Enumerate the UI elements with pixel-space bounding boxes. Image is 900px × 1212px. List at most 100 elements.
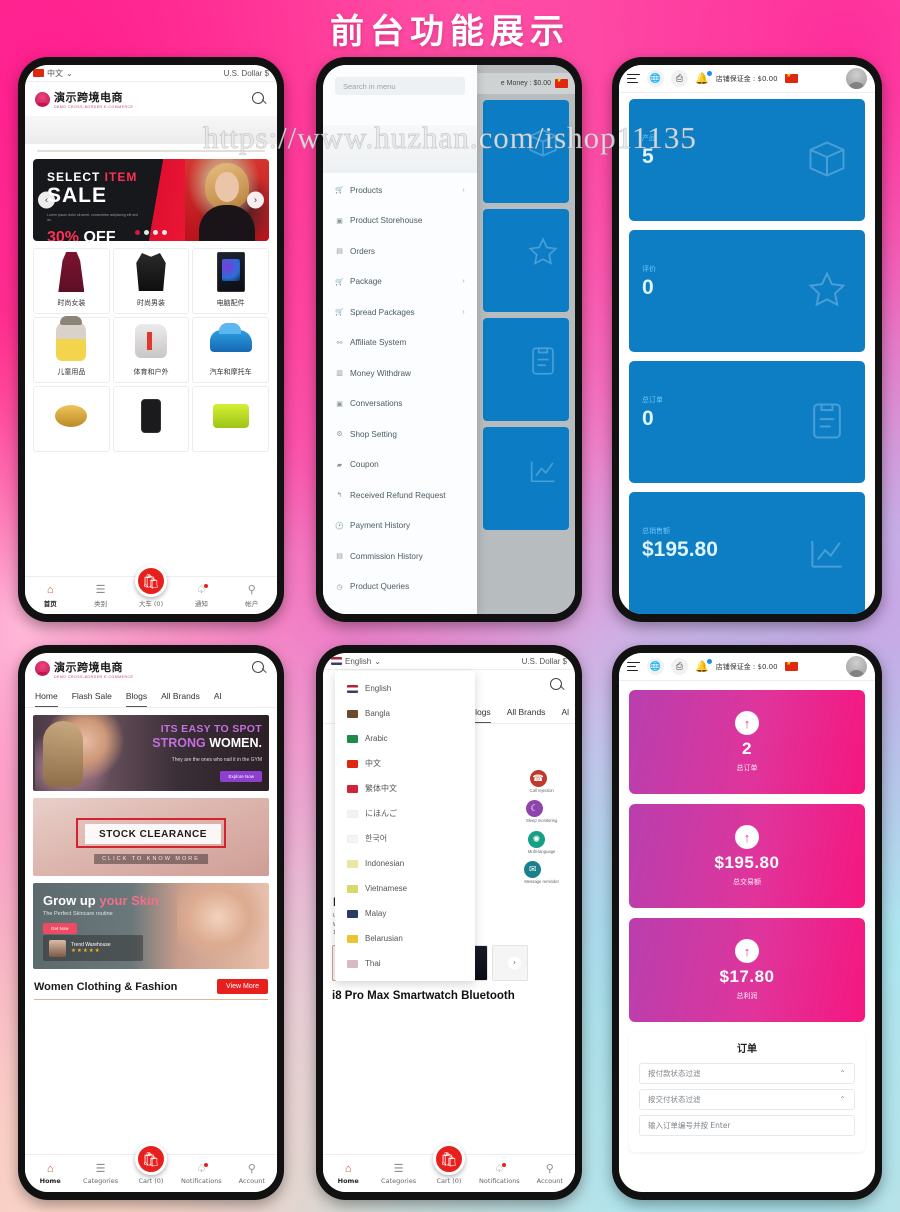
view-more-button[interactable]: View More bbox=[217, 979, 268, 994]
stat-card-total-volume[interactable]: ↑ $195.80 总交易额 bbox=[629, 804, 865, 908]
language-selector[interactable]: 中文 ⌄ bbox=[33, 68, 73, 79]
menu-item-orders[interactable]: ▤ Orders bbox=[323, 236, 477, 267]
stat-card-total-sales[interactable]: 总销售额 $195.80 bbox=[629, 492, 865, 614]
carousel-dot[interactable] bbox=[144, 229, 149, 235]
globe-icon[interactable]: 🌐 bbox=[647, 70, 664, 87]
tab-blogs[interactable]: Blogs bbox=[125, 691, 148, 707]
tab-account[interactable]: ⚲ Account bbox=[228, 1164, 276, 1186]
language-option-thai[interactable]: Thai bbox=[335, 951, 475, 976]
stat-card-products[interactable]: 产品 5 bbox=[629, 99, 865, 221]
category-card[interactable]: 儿童用品 bbox=[33, 316, 110, 383]
avatar[interactable] bbox=[846, 68, 867, 89]
carousel-prev-button[interactable]: ‹ bbox=[38, 191, 55, 208]
tab-all[interactable]: Al bbox=[561, 707, 569, 723]
language-option-indonesian[interactable]: Indonesian bbox=[335, 851, 475, 876]
language-option-bangla[interactable]: Bangla bbox=[335, 701, 475, 726]
banner-gym[interactable]: ITS EASY TO SPOT STRONG WOMEN. They are … bbox=[33, 715, 269, 791]
currency-selector[interactable]: U.S. Dollar $ bbox=[522, 657, 567, 666]
language-option-arabic[interactable]: Arabic bbox=[335, 726, 475, 751]
globe-icon[interactable]: 🌐 bbox=[647, 658, 664, 675]
carousel-dot[interactable] bbox=[135, 229, 140, 235]
stat-card[interactable] bbox=[482, 209, 569, 312]
seller-card[interactable]: Trend Warehouse ★★★★★ bbox=[43, 935, 143, 961]
language-option-korean[interactable]: 한국어 bbox=[335, 826, 475, 851]
get-now-button[interactable]: Get Now bbox=[43, 923, 77, 934]
search-icon[interactable] bbox=[550, 677, 565, 693]
carousel-next-button[interactable]: › bbox=[247, 191, 264, 208]
menu-item-support-ticket[interactable]: ▤ Support Ticket bbox=[323, 602, 477, 614]
banner-skincare[interactable]: Grow up your Skin The Perfect Skincare r… bbox=[33, 883, 269, 969]
category-card[interactable] bbox=[112, 385, 190, 452]
menu-item-shop-setting[interactable]: ⚙ Shop Setting bbox=[323, 419, 477, 450]
cn-flag-icon[interactable] bbox=[784, 660, 798, 671]
menu-item-conversations[interactable]: ▣ Conversations bbox=[323, 389, 477, 420]
category-card[interactable]: 时尚女装 bbox=[33, 247, 110, 314]
promo-banner[interactable]: SELECT ITEM SALE Lorem ipsum dolor sit a… bbox=[33, 158, 269, 241]
menu-item-affiliate-system[interactable]: ⚯ Affiliate System bbox=[323, 328, 477, 359]
stat-card[interactable] bbox=[482, 318, 569, 421]
category-card[interactable]: 体育和户外 bbox=[112, 316, 190, 383]
menu-item-commission-history[interactable]: ▤ Commission History bbox=[323, 541, 477, 572]
cart-fab-button[interactable]: 🛍 bbox=[135, 1143, 167, 1175]
tab-categories[interactable]: ☰ Categories bbox=[77, 1164, 125, 1186]
tab-all-brands[interactable]: All Brands bbox=[507, 707, 546, 723]
bell-icon[interactable]: 🔔 bbox=[695, 71, 712, 85]
cart-fab-button[interactable]: 🛍 bbox=[433, 1143, 465, 1175]
search-band[interactable] bbox=[25, 116, 277, 144]
search-icon[interactable] bbox=[252, 661, 267, 676]
menu-item-package[interactable]: 🛒 Package › bbox=[323, 267, 477, 298]
order-search-input[interactable]: 输入订单编号并按 Enter bbox=[639, 1115, 855, 1136]
language-option-chinese[interactable]: 中文 bbox=[335, 751, 475, 776]
menu-item-spread-packages[interactable]: 🛒 Spread Packages › bbox=[323, 297, 477, 328]
menu-item-money-withdraw[interactable]: ▥ Money Withdraw bbox=[323, 358, 477, 389]
stat-card-total-profit[interactable]: ↑ $17.80 总利润 bbox=[629, 918, 865, 1022]
currency-selector[interactable]: U.S. Dollar $ bbox=[224, 69, 269, 78]
tab-notifications[interactable]: ♤ Notifications bbox=[475, 1163, 523, 1185]
tab-categories[interactable]: ☰ 类别 bbox=[77, 585, 125, 609]
menu-item-received-refund-request[interactable]: ↰ Received Refund Request bbox=[323, 480, 477, 511]
hamburger-icon[interactable] bbox=[627, 73, 640, 84]
tab-account[interactable]: ⚲ 帐户 bbox=[228, 585, 276, 609]
menu-item-coupon[interactable]: ▰ Coupon bbox=[323, 450, 477, 481]
tab-home[interactable]: Home bbox=[35, 691, 58, 707]
tab-home[interactable]: ⌂ Home bbox=[26, 1164, 74, 1186]
stat-card-total-orders[interactable]: ↑ 2 总订单 bbox=[629, 690, 865, 794]
tab-home[interactable]: ⌂ Home bbox=[324, 1164, 372, 1186]
tab-all-brands[interactable]: All Brands bbox=[161, 691, 200, 707]
stat-card[interactable] bbox=[482, 427, 569, 530]
stat-card-reviews[interactable]: 评价 0 bbox=[629, 230, 865, 352]
category-card[interactable] bbox=[33, 385, 110, 452]
tab-notifications[interactable]: ♤ 通知 bbox=[177, 584, 225, 608]
stat-card-total-orders[interactable]: 总订单 0 bbox=[629, 361, 865, 483]
language-option-japanese[interactable]: にほんご bbox=[335, 801, 475, 826]
search-icon[interactable] bbox=[252, 91, 267, 107]
tab-all[interactable]: Al bbox=[214, 691, 222, 707]
shop-logo[interactable]: 演示跨境电商 DEMO CROSS-BORDER E-COMMERCE bbox=[35, 659, 133, 679]
category-card[interactable] bbox=[192, 385, 269, 452]
shop-logo[interactable]: 演示跨境电商 DEMO CROSS-BORDER E-COMMERCE bbox=[35, 89, 133, 109]
tab-home[interactable]: ⌂ 首页 bbox=[26, 585, 74, 609]
print-icon[interactable]: ⎙ bbox=[671, 70, 688, 87]
menu-item-payment-history[interactable]: 🕑 Payment History bbox=[323, 511, 477, 542]
carousel-dot[interactable] bbox=[153, 229, 158, 235]
avatar[interactable] bbox=[846, 656, 867, 677]
filter-payment-status[interactable]: 按付款状态过滤 ⌃ bbox=[639, 1063, 855, 1084]
menu-item-product-queries[interactable]: ◷ Product Queries bbox=[323, 572, 477, 603]
print-icon[interactable]: ⎙ bbox=[671, 658, 688, 675]
language-option-english[interactable]: English bbox=[335, 676, 475, 701]
explore-now-button[interactable]: Explore Now bbox=[220, 771, 262, 782]
tab-account[interactable]: ⚲ Account bbox=[526, 1164, 574, 1186]
language-option-vietnamese[interactable]: Vietnamese bbox=[335, 876, 475, 901]
carousel-dots[interactable] bbox=[135, 229, 167, 235]
language-option-traditional-chinese[interactable]: 繁体中文 bbox=[335, 776, 475, 801]
language-option-malay[interactable]: Malay bbox=[335, 901, 475, 926]
tab-categories[interactable]: ☰ Categories bbox=[375, 1164, 423, 1186]
category-card[interactable]: 时尚男装 bbox=[112, 247, 190, 314]
menu-item-product-storehouse[interactable]: ▣ Product Storehouse bbox=[323, 206, 477, 237]
language-option-belarusian[interactable]: Belarusian bbox=[335, 926, 475, 951]
category-card[interactable]: 电脑配件 bbox=[192, 247, 269, 314]
thumbs-next-button[interactable]: › bbox=[508, 956, 521, 970]
filter-delivery-status[interactable]: 按交付状态过滤 ⌃ bbox=[639, 1089, 855, 1110]
category-card[interactable]: 汽车和摩托车 bbox=[192, 316, 269, 383]
hamburger-icon[interactable] bbox=[627, 661, 640, 672]
